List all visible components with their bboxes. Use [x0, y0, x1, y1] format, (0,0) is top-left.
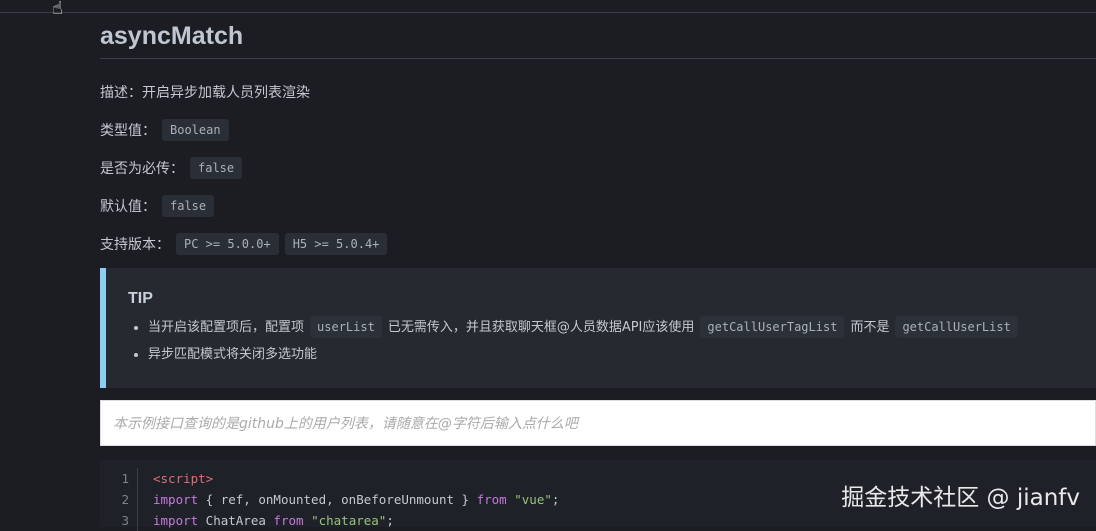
- line-number: 1: [100, 468, 138, 489]
- tip-item: 当开启该配置项后，配置项 userList 已无需传入，并且获取聊天框@人员数据AP…: [148, 314, 1074, 341]
- section-title: asyncMatch: [100, 13, 1096, 59]
- line-number: 2: [100, 489, 138, 510]
- code-text: ;: [551, 492, 560, 507]
- code-text: ;: [386, 513, 394, 528]
- prop-label: 描述：: [100, 85, 142, 101]
- tip-text: 而不是: [850, 320, 890, 335]
- hand-cursor-icon: ☝: [52, 0, 63, 19]
- prop-label: 支持版本：: [100, 237, 170, 253]
- tip-text: 已无需传入，并且获取聊天框@人员数据API应该使用: [387, 320, 695, 335]
- inline-code: getCallUserTagList: [700, 316, 845, 338]
- tip-item: 异步匹配模式将关闭多选功能: [148, 341, 1074, 368]
- prop-code: Boolean: [162, 119, 229, 141]
- prop-code: H5 >= 5.0.4+: [284, 233, 388, 255]
- code-text: "vue": [514, 492, 552, 507]
- code-text: ChatArea: [198, 513, 274, 528]
- prop-label: 类型值：: [100, 123, 156, 139]
- inline-code: getCallUserList: [895, 316, 1018, 338]
- code-text: <script>: [153, 471, 214, 486]
- prop-description: 描述： 开启异步加载人员列表渲染: [100, 80, 310, 104]
- code-text: { ref, onMounted, onBeforeUnmount }: [198, 492, 477, 507]
- prop-version: 支持版本： PC >= 5.0.0+ H5 >= 5.0.4+: [100, 232, 388, 256]
- prop-label: 是否为必传：: [100, 161, 184, 177]
- code-text: import: [153, 513, 199, 528]
- prop-required: 是否为必传： false: [100, 156, 243, 180]
- code-line: 3 import ChatArea from "chatarea";: [100, 510, 1096, 531]
- line-number: 3: [100, 510, 138, 531]
- prop-code: false: [162, 195, 215, 217]
- tip-box: TIP 当开启该配置项后，配置项 userList 已无需传入，并且获取聊天框@人员…: [100, 268, 1096, 388]
- tip-text: 当开启该配置项后，配置项: [148, 320, 305, 335]
- inline-code: userList: [310, 316, 382, 338]
- chat-area-input[interactable]: 本示例接口查询的是github上的用户列表，请随意在@字符后输入点什么吧: [100, 400, 1096, 446]
- input-placeholder: 本示例接口查询的是github上的用户列表，请随意在@字符后输入点什么吧: [113, 416, 578, 432]
- prop-type: 类型值： Boolean: [100, 118, 229, 142]
- doc-content: asyncMatch 描述： 开启异步加载人员列表渲染 类型值： Boolean 是…: [100, 13, 1096, 531]
- watermark: 掘金技术社区 @ jianfv: [841, 485, 1080, 511]
- tip-title: TIP: [128, 290, 153, 307]
- prop-code: false: [190, 157, 243, 179]
- prop-code: PC >= 5.0.0+: [176, 233, 279, 255]
- code-text: from: [273, 513, 304, 528]
- code-text: "chatarea": [311, 513, 387, 528]
- prop-label: 默认值：: [100, 199, 156, 215]
- prop-value: 开启异步加载人员列表渲染: [142, 85, 310, 101]
- prop-default: 默认值： false: [100, 194, 215, 218]
- code-text: import: [153, 492, 199, 507]
- code-text: from: [476, 492, 507, 507]
